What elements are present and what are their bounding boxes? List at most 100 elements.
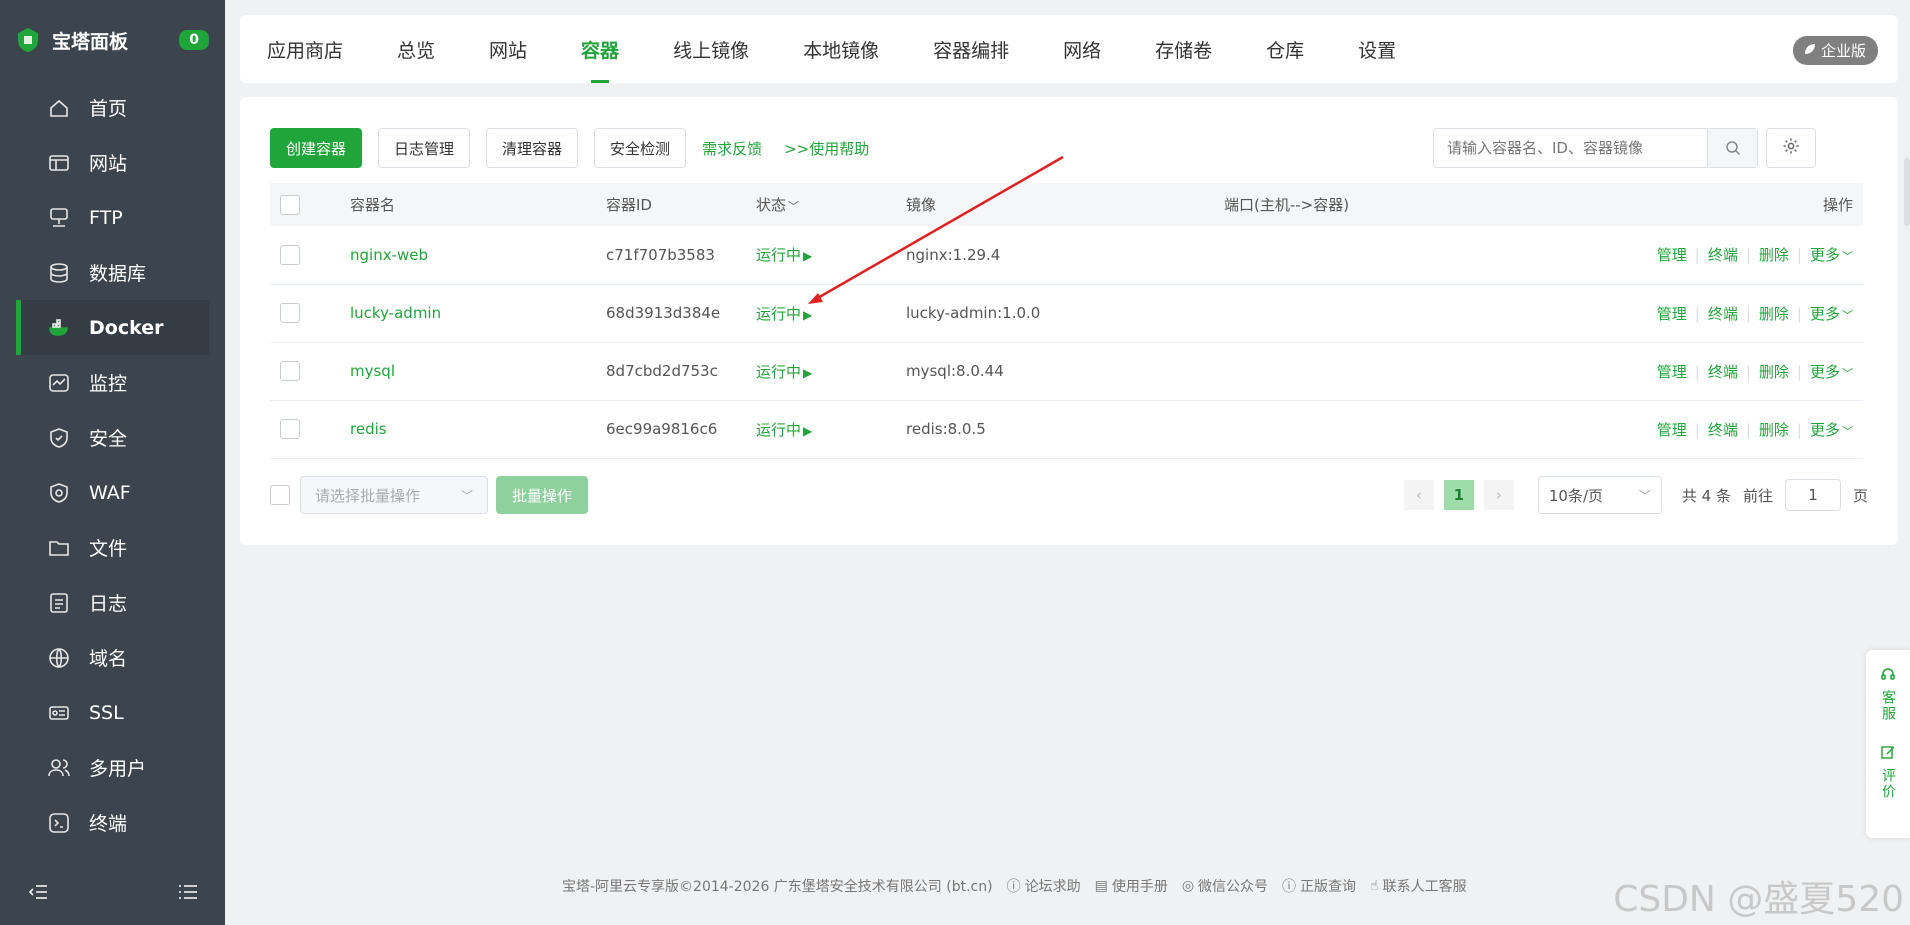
batch-operation-button[interactable]: 批量操作: [496, 476, 588, 514]
folder-icon: [46, 535, 72, 561]
container-image: nginx:1.29.4: [906, 245, 1001, 264]
chevron-down-icon: ﹀: [1842, 308, 1853, 322]
scrollbar[interactable]: [1904, 158, 1910, 226]
more-button[interactable]: 更多 ﹀: [1810, 421, 1853, 439]
search-box: [1433, 128, 1758, 168]
help-link[interactable]: >>使用帮助: [784, 138, 869, 159]
security-check-button[interactable]: 安全检测: [594, 128, 687, 168]
manage-button[interactable]: 管理: [1657, 421, 1687, 439]
footer-link-wechat[interactable]: ◎ 微信公众号: [1182, 876, 1268, 896]
col-status[interactable]: 状态 ﹀: [756, 183, 906, 226]
sidebar-item-监控[interactable]: 监控: [0, 355, 225, 410]
footer-link-contact[interactable]: ☝ 联系人工客服: [1370, 876, 1467, 896]
container-name-link[interactable]: lucky-admin: [350, 304, 441, 322]
terminal-button[interactable]: 终端: [1708, 246, 1738, 264]
menu-list-icon[interactable]: [177, 881, 199, 903]
sidebar-item-首页[interactable]: 首页: [0, 80, 225, 135]
footer-link-verify[interactable]: ⓘ 正版查询: [1282, 876, 1356, 896]
delete-button[interactable]: 删除: [1759, 305, 1789, 323]
container-id: 6ec99a9816c6: [606, 420, 718, 438]
gear-icon: [1782, 137, 1800, 159]
play-icon: ▶: [803, 249, 813, 264]
more-button[interactable]: 更多 ﹀: [1810, 246, 1853, 264]
tab-4[interactable]: 线上镜像: [673, 15, 749, 83]
page-jump-input[interactable]: 1: [1784, 479, 1841, 511]
create-container-button[interactable]: 创建容器: [270, 128, 363, 168]
notification-badge[interactable]: 0: [179, 30, 209, 50]
sidebar-item-终端[interactable]: 终端: [0, 795, 225, 850]
sidebar-item-docker[interactable]: Docker: [16, 300, 209, 355]
chevron-down-icon: ﹀: [1842, 250, 1853, 264]
page-size-select[interactable]: 10条/页 ﹀: [1537, 476, 1662, 514]
brand[interactable]: 宝塔面板 0: [0, 0, 225, 80]
terminal-button[interactable]: 终端: [1708, 363, 1738, 381]
sidebar-item-日志[interactable]: 日志: [0, 575, 225, 630]
manage-button[interactable]: 管理: [1657, 246, 1687, 264]
sidebar-item-waf[interactable]: WAF: [0, 465, 225, 520]
feedback-link[interactable]: 需求反馈: [702, 138, 762, 159]
row-checkbox[interactable]: [280, 361, 300, 381]
sidebar-item-ssl[interactable]: SSL: [0, 685, 225, 740]
chevron-down-icon: ﹀: [1842, 366, 1853, 380]
tab-0[interactable]: 应用商店: [267, 15, 343, 83]
next-page-icon[interactable]: ›: [1483, 480, 1514, 510]
enterprise-button[interactable]: 企业版: [1792, 36, 1878, 65]
sidebar-item-安全[interactable]: 安全: [0, 410, 225, 465]
headset-icon: [1880, 666, 1896, 686]
sidebar-item-ftp[interactable]: FTP: [0, 190, 225, 245]
tab-3[interactable]: 容器: [581, 15, 619, 83]
row-checkbox[interactable]: [280, 419, 300, 439]
tab-8[interactable]: 存储卷: [1155, 15, 1212, 83]
sidebar-item-label: 文件: [89, 538, 128, 560]
status-badge[interactable]: 运行中 ▶: [756, 246, 812, 264]
row-checkbox[interactable]: [280, 244, 300, 265]
terminal-button[interactable]: 终端: [1708, 305, 1738, 323]
prev-page-icon[interactable]: ‹: [1403, 480, 1434, 510]
terminal-button[interactable]: 终端: [1708, 421, 1738, 439]
manage-button[interactable]: 管理: [1657, 305, 1687, 323]
row-checkbox[interactable]: [280, 303, 300, 323]
delete-button[interactable]: 删除: [1759, 246, 1789, 264]
tab-5[interactable]: 本地镜像: [803, 15, 879, 83]
tab-1[interactable]: 总览: [397, 15, 435, 83]
users-icon: [46, 755, 72, 781]
container-name-link[interactable]: mysql: [350, 362, 395, 380]
footer-link-forum[interactable]: ⓘ 论坛求助: [1007, 876, 1081, 896]
search-input[interactable]: [1434, 129, 1707, 167]
status-badge[interactable]: 运行中 ▶: [756, 305, 812, 323]
batch-operation-select[interactable]: 请选择批量操作 ﹀: [300, 476, 488, 514]
sidebar-item-数据库[interactable]: 数据库: [0, 245, 225, 300]
sidebar-item-label: 域名: [89, 648, 128, 670]
review-button[interactable]: 评价: [1878, 744, 1898, 800]
tab-6[interactable]: 容器编排: [933, 15, 1009, 83]
more-button[interactable]: 更多 ﹀: [1810, 305, 1853, 323]
clean-containers-button[interactable]: 清理容器: [486, 128, 579, 168]
container-name-link[interactable]: redis: [350, 420, 387, 438]
log-management-button[interactable]: 日志管理: [378, 128, 471, 168]
status-badge[interactable]: 运行中 ▶: [756, 363, 812, 381]
footer: 宝塔-阿里云专享版©2014-2026 广东堡塔安全技术有限公司 (bt.cn)…: [562, 876, 1467, 896]
customer-service-button[interactable]: 客服: [1878, 666, 1898, 722]
tab-9[interactable]: 仓库: [1266, 15, 1304, 83]
manage-button[interactable]: 管理: [1657, 363, 1687, 381]
tab-7[interactable]: 网络: [1063, 15, 1101, 83]
status-badge[interactable]: 运行中 ▶: [756, 421, 812, 439]
sidebar-item-网站[interactable]: 网站: [0, 135, 225, 190]
leaf-icon: [1803, 42, 1817, 60]
table-settings-button[interactable]: [1766, 128, 1816, 168]
tab-2[interactable]: 网站: [489, 15, 527, 83]
page-number-current[interactable]: 1: [1443, 480, 1474, 510]
container-name-link[interactable]: nginx-web: [350, 246, 428, 264]
sidebar-item-域名[interactable]: 域名: [0, 630, 225, 685]
select-all-checkbox[interactable]: [280, 194, 300, 215]
sidebar-item-文件[interactable]: 文件: [0, 520, 225, 575]
batch-select-checkbox[interactable]: [270, 485, 290, 505]
collapse-sidebar-icon[interactable]: [28, 881, 50, 903]
tab-10[interactable]: 设置: [1358, 15, 1396, 83]
sidebar-item-多用户[interactable]: 多用户: [0, 740, 225, 795]
delete-button[interactable]: 删除: [1759, 421, 1789, 439]
search-icon[interactable]: [1707, 129, 1757, 167]
more-button[interactable]: 更多 ﹀: [1810, 363, 1853, 381]
delete-button[interactable]: 删除: [1759, 363, 1789, 381]
footer-link-manual[interactable]: ▤ 使用手册: [1095, 876, 1168, 896]
